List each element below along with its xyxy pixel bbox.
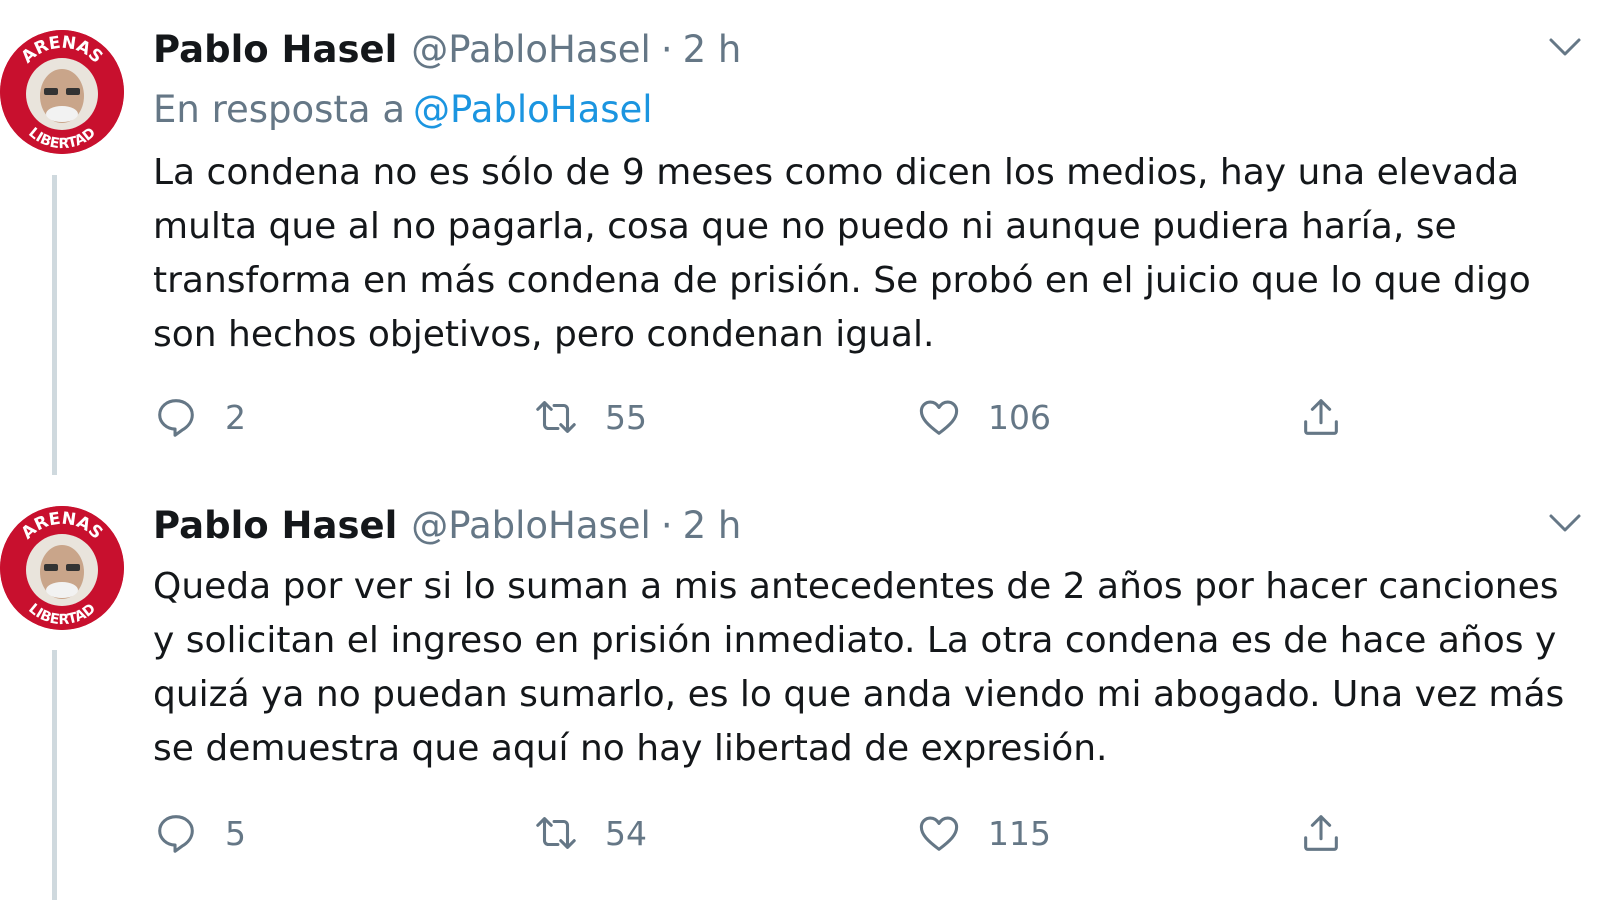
like-count: 115 xyxy=(988,813,1051,853)
like-button[interactable]: 106 xyxy=(916,392,1051,442)
like-button[interactable]: 115 xyxy=(916,808,1051,858)
reply-prefix: En resposta a xyxy=(153,88,406,131)
chevron-down-icon[interactable] xyxy=(1545,508,1585,538)
avatar[interactable]: ARENAS LIBERTAD xyxy=(0,506,124,630)
retweet-count: 55 xyxy=(605,397,647,437)
chevron-down-icon[interactable] xyxy=(1545,32,1585,62)
separator: · xyxy=(660,504,673,547)
like-count: 106 xyxy=(988,397,1051,437)
avatar[interactable]: ARENAS LIBERTAD xyxy=(0,30,124,154)
author-handle[interactable]: @PabloHasel xyxy=(411,504,651,547)
retweet-count: 54 xyxy=(605,813,647,853)
tweet-header: Pablo Hasel @PabloHasel · 2 h xyxy=(153,28,741,78)
timestamp[interactable]: 2 h xyxy=(683,504,742,547)
tweet-text-line: transforma en más condena de prisión. Se… xyxy=(153,260,1531,301)
reply-mention-link[interactable]: @PabloHasel xyxy=(413,88,653,131)
heart-icon xyxy=(919,816,959,851)
author-name[interactable]: Pablo Hasel xyxy=(153,504,397,547)
tweet-text-line: multa que al no pagarla, cosa que no pue… xyxy=(153,206,1457,247)
tweet-text-line: y solicitan el ingreso en prisión inmedi… xyxy=(153,620,1557,661)
separator: · xyxy=(660,28,673,71)
reply-count: 2 xyxy=(225,397,246,437)
author-handle[interactable]: @PabloHasel xyxy=(411,28,651,71)
share-icon xyxy=(1304,815,1338,851)
tweet-text-line: son hechos objetivos, pero condenan igua… xyxy=(153,314,935,355)
tweet-actions: 2 55 106 xyxy=(153,392,1453,442)
tweet-header: Pablo Hasel @PabloHasel · 2 h xyxy=(153,504,741,554)
tweet-text-line: se demuestra que aquí no hay libertad de… xyxy=(153,728,1108,769)
tweet-text-line: quizá ya no puedan sumarlo, es lo que an… xyxy=(153,674,1565,715)
timestamp[interactable]: 2 h xyxy=(683,28,742,71)
reply-count: 5 xyxy=(225,813,246,853)
retweet-button[interactable]: 54 xyxy=(533,808,647,858)
tweet-1[interactable]: ARENAS LIBERTAD Pablo Hasel @PabloHasel · 2… xyxy=(0,0,1600,460)
tweet-text: La condena no es sólo de 9 meses como di… xyxy=(153,146,1593,362)
reply-context: En resposta a @PabloHasel xyxy=(153,88,653,131)
share-button[interactable] xyxy=(1298,392,1344,442)
heart-icon xyxy=(919,400,959,435)
share-button[interactable] xyxy=(1298,808,1344,858)
reply-icon xyxy=(158,399,194,437)
share-icon xyxy=(1304,399,1338,435)
reply-button[interactable]: 2 xyxy=(153,392,246,442)
tweet-text-line: La condena no es sólo de 9 meses como di… xyxy=(153,152,1520,193)
reply-button[interactable]: 5 xyxy=(153,808,246,858)
author-name[interactable]: Pablo Hasel xyxy=(153,28,397,71)
tweet-text: Queda por ver si lo suman a mis antecede… xyxy=(153,560,1593,776)
tweet-text-line: Queda por ver si lo suman a mis antecede… xyxy=(153,566,1559,607)
retweet-icon xyxy=(536,817,576,849)
tweet-2[interactable]: ARENAS LIBERTAD Pablo Hasel @PabloHasel · 2… xyxy=(0,476,1600,900)
retweet-icon xyxy=(536,401,576,433)
retweet-button[interactable]: 55 xyxy=(533,392,647,442)
reply-icon xyxy=(158,815,194,853)
tweet-actions: 5 54 115 xyxy=(153,808,1453,858)
